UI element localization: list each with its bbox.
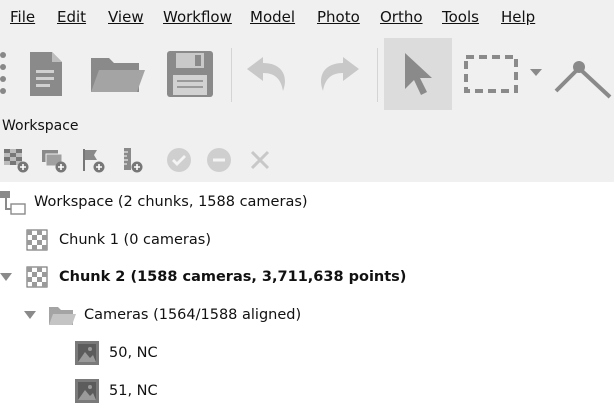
scalebar-icon xyxy=(124,148,143,173)
folder-icon xyxy=(49,307,76,325)
add-photos-button[interactable] xyxy=(40,146,68,174)
toolbar-separator xyxy=(377,48,378,102)
photo-icon xyxy=(75,341,99,365)
menu-file[interactable]: File xyxy=(10,8,35,26)
workspace-panel-title: Workspace xyxy=(2,118,79,134)
new-document-icon xyxy=(30,52,62,96)
menu-bar: File Edit View Workflow Model Photo Orth… xyxy=(0,0,614,36)
open-button[interactable] xyxy=(86,38,148,110)
menu-workflow[interactable]: Workflow xyxy=(163,8,232,26)
save-button[interactable] xyxy=(160,38,220,110)
tree-item-camera[interactable]: 51, NC xyxy=(0,373,614,409)
menu-ortho[interactable]: Ortho xyxy=(380,8,423,26)
check-icon xyxy=(167,148,191,172)
expand-arrow-icon[interactable] xyxy=(0,273,12,281)
add-scalebar-button[interactable] xyxy=(116,146,144,174)
new-document-button[interactable] xyxy=(18,38,74,110)
tree-item-label: Chunk 2 (1588 cameras, 3,711,638 points) xyxy=(59,269,407,285)
close-icon xyxy=(250,150,270,170)
menu-view[interactable]: View xyxy=(108,8,144,26)
ruler-tool-button[interactable] xyxy=(552,38,614,110)
photo-icon xyxy=(75,379,99,403)
disable-button[interactable] xyxy=(205,146,233,174)
minus-icon xyxy=(207,148,231,172)
add-photos-icon xyxy=(42,150,67,173)
expand-arrow-icon[interactable] xyxy=(24,311,36,319)
redo-icon xyxy=(321,57,359,91)
toolbar-grip[interactable] xyxy=(0,52,8,98)
tree-item-label: 50, NC xyxy=(109,345,158,361)
workspace-tree: Workspace (2 chunks, 1588 cameras) Chunk… xyxy=(0,182,614,413)
tree-item-camera[interactable]: 50, NC xyxy=(0,335,614,371)
menu-edit[interactable]: Edit xyxy=(57,8,86,26)
tree-item-chunk-1[interactable]: Chunk 1 (0 cameras) xyxy=(0,222,614,258)
redo-button[interactable] xyxy=(310,38,366,110)
chunk-icon xyxy=(26,266,48,288)
save-floppy-icon xyxy=(167,51,213,97)
rectangle-selection-button[interactable] xyxy=(456,38,546,110)
tree-item-label: Workspace (2 chunks, 1588 cameras) xyxy=(34,194,308,210)
chunk-icon xyxy=(26,229,48,251)
tree-item-label: Cameras (1564/1588 aligned) xyxy=(84,307,302,323)
tree-item-label: Chunk 1 (0 cameras) xyxy=(59,232,211,248)
tree-item-workspace[interactable]: Workspace (2 chunks, 1588 cameras) xyxy=(0,184,614,220)
remove-button[interactable] xyxy=(246,146,274,174)
enable-button[interactable] xyxy=(165,146,193,174)
menu-model[interactable]: Model xyxy=(250,8,295,26)
add-marker-button[interactable] xyxy=(78,146,106,174)
rectangle-selection-icon xyxy=(464,55,542,93)
workspace-toolbar xyxy=(0,142,614,178)
undo-button[interactable] xyxy=(240,38,296,110)
menu-tools[interactable]: Tools xyxy=(442,8,479,26)
main-toolbar xyxy=(0,38,614,112)
add-chunk-icon xyxy=(4,149,29,173)
toolbar-separator xyxy=(231,48,232,102)
add-chunk-button[interactable] xyxy=(2,146,30,174)
undo-icon xyxy=(247,57,285,91)
tree-item-chunk-2[interactable]: Chunk 2 (1588 cameras, 3,711,638 points) xyxy=(0,259,614,295)
select-arrow-icon xyxy=(405,53,432,95)
open-folder-icon xyxy=(91,58,145,92)
workspace-icon xyxy=(0,191,26,215)
tree-item-label: 51, NC xyxy=(109,383,158,399)
ruler-icon xyxy=(554,61,612,99)
menu-help[interactable]: Help xyxy=(501,8,535,26)
menu-photo[interactable]: Photo xyxy=(317,8,360,26)
flag-marker-icon xyxy=(83,149,105,173)
select-tool-button[interactable] xyxy=(384,38,452,110)
tree-item-cameras[interactable]: Cameras (1564/1588 aligned) xyxy=(0,297,614,333)
